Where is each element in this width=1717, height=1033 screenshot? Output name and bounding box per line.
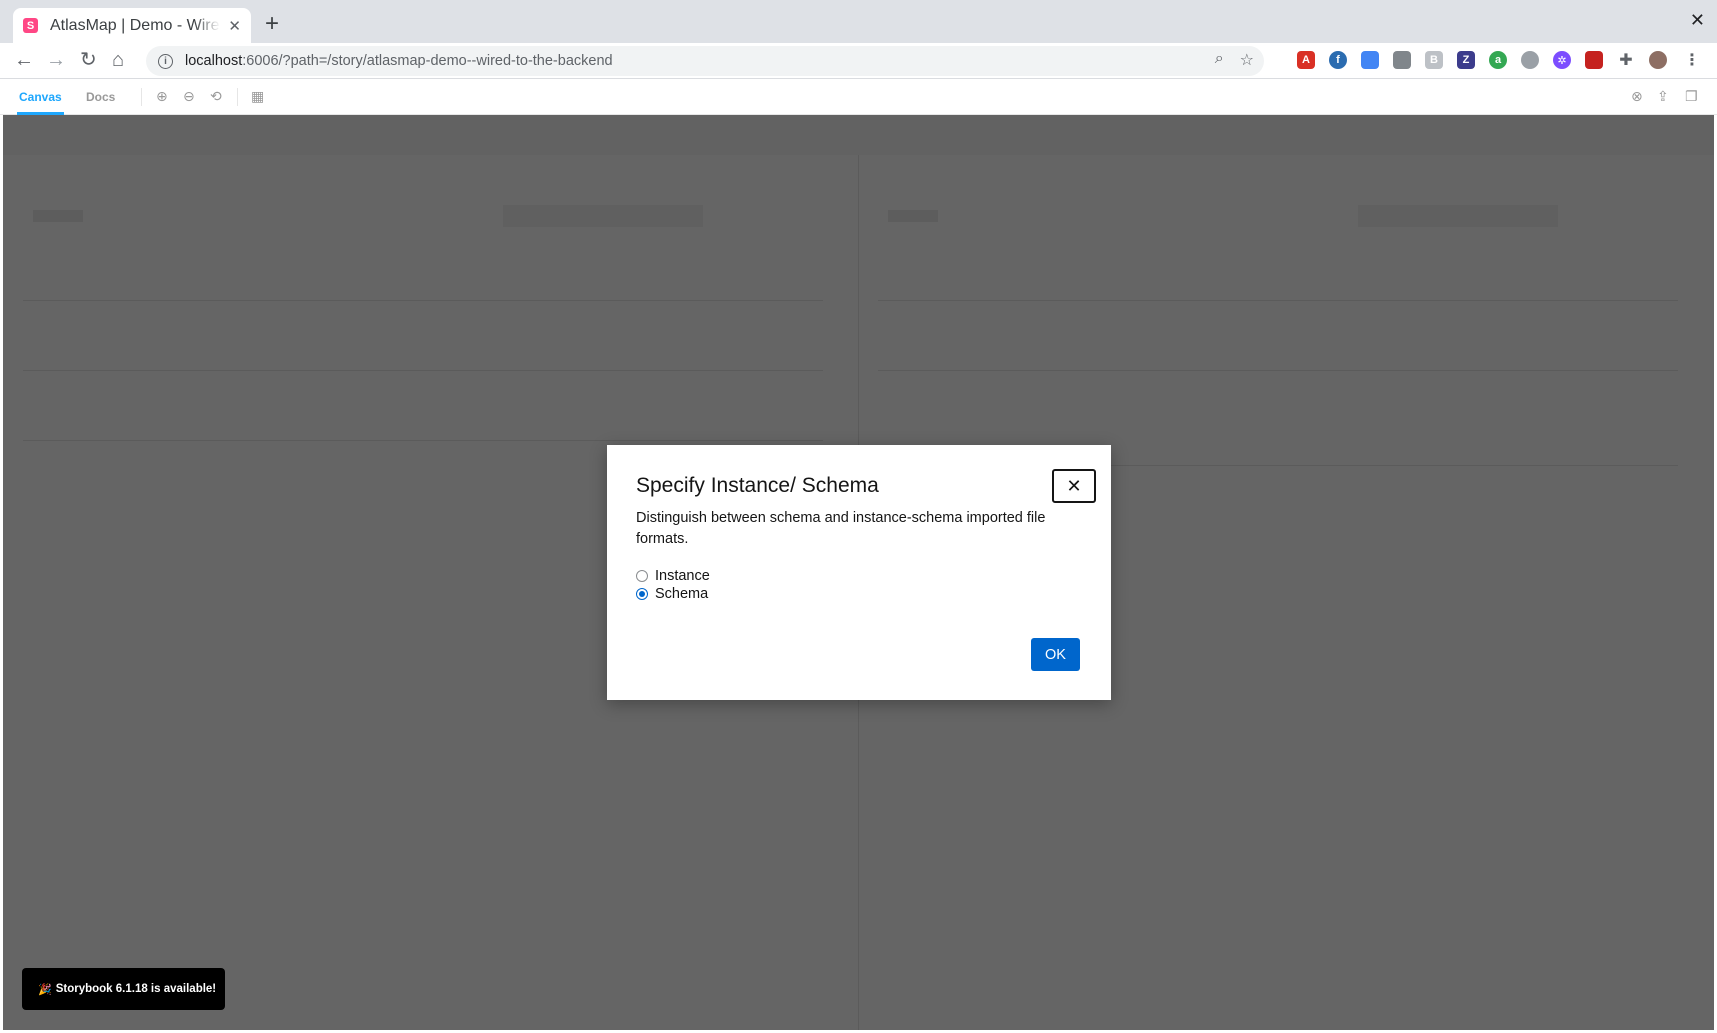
extension-zotero-icon[interactable]: Z — [1457, 51, 1475, 69]
extension-a-badge-icon[interactable]: a — [1489, 51, 1507, 69]
schema-label: Schema — [655, 586, 709, 602]
fullscreen-icon[interactable]: ⊗ — [1631, 88, 1643, 105]
toolbar-divider — [237, 88, 238, 106]
reload-icon[interactable]: ↻ — [80, 49, 97, 71]
instance-radio[interactable] — [636, 570, 648, 582]
dialog-description: Distinguish between schema and instance-… — [636, 510, 1046, 547]
copy-link-icon[interactable]: ❐ — [1685, 88, 1698, 105]
tab-close-icon[interactable]: ✕ — [228, 17, 241, 35]
background-grid-icon[interactable]: ▦ — [251, 88, 264, 105]
new-tab-icon[interactable]: + — [265, 12, 279, 36]
extension-pdf-icon[interactable]: A — [1297, 51, 1315, 69]
zoom-out-icon[interactable]: ⊖ — [183, 88, 195, 105]
address-bar[interactable]: i localhost:6006/?path=/story/atlasmap-d… — [146, 46, 1264, 76]
extension-b-icon[interactable]: B — [1425, 51, 1443, 69]
extension-calendar-icon[interactable] — [1361, 51, 1379, 69]
browser-toolbar: ← → ↻ ⌂ i localhost:6006/?path=/story/at… — [0, 43, 1717, 79]
format-radio-group: Instance Schema — [636, 567, 1082, 603]
extension-gear-icon[interactable]: ✲ — [1553, 51, 1571, 69]
zoom-icon[interactable]: ⌕ — [1215, 50, 1224, 70]
extension-camera-icon[interactable] — [1393, 51, 1411, 69]
party-popper-icon: 🎉 — [38, 983, 52, 996]
instance-option[interactable]: Instance — [636, 567, 1082, 585]
schema-radio[interactable] — [636, 588, 648, 600]
specify-instance-schema-dialog: Specify Instance/ Schema ✕ Distinguish b… — [607, 445, 1111, 700]
browser-tab[interactable]: S AtlasMap | Demo - Wired to the backend… — [13, 8, 251, 43]
extension-fedora-icon[interactable]: f — [1329, 51, 1347, 69]
window-close-icon[interactable]: ✕ — [1690, 10, 1705, 31]
browser-tab-title: AtlasMap | Demo - Wired to the backend — [50, 16, 220, 34]
extensions-puzzle-icon[interactable]: ✚ — [1617, 51, 1635, 69]
storybook-favicon-icon: S — [23, 18, 38, 33]
storybook-toolbar: Canvas Docs ⊕ ⊖ ⟲ ▦ ⊗ ⇪ ❐ — [0, 79, 1717, 115]
ok-button[interactable]: OK — [1031, 638, 1080, 671]
close-button[interactable]: ✕ — [1052, 469, 1096, 503]
zoom-in-icon[interactable]: ⊕ — [156, 88, 168, 105]
zoom-reset-icon[interactable]: ⟲ — [210, 88, 222, 105]
extension-red-icon[interactable] — [1585, 51, 1603, 69]
dialog-title: Specify Instance/ Schema — [636, 474, 879, 497]
tab-docs[interactable]: Docs — [84, 79, 117, 115]
browser-tabstrip: S AtlasMap | Demo - Wired to the backend… — [0, 0, 1717, 43]
instance-label: Instance — [655, 568, 710, 584]
bookmark-star-icon[interactable]: ☆ — [1240, 50, 1254, 70]
extension-chat-icon[interactable] — [1521, 51, 1539, 69]
toolbar-divider — [141, 88, 142, 106]
url-host: localhost — [185, 53, 243, 69]
tab-canvas[interactable]: Canvas — [17, 79, 64, 115]
share-icon[interactable]: ⇪ — [1657, 88, 1669, 105]
schema-option[interactable]: Schema — [636, 585, 1082, 603]
profile-avatar[interactable] — [1649, 51, 1667, 69]
url-path: :6006/?path=/story/atlasmap-demo--wired-… — [242, 53, 613, 69]
update-notification[interactable]: 🎉 Storybook 6.1.18 is available! — [22, 968, 225, 1010]
close-icon: ✕ — [1066, 475, 1082, 496]
browser-menu-icon[interactable]: ⋮ — [1683, 51, 1701, 69]
update-notification-text: Storybook 6.1.18 is available! — [55, 983, 217, 995]
back-arrow-icon[interactable]: ← — [14, 49, 34, 71]
forward-arrow-icon[interactable]: → — [46, 49, 66, 71]
site-info-icon[interactable]: i — [158, 53, 173, 69]
home-icon[interactable]: ⌂ — [112, 49, 124, 71]
